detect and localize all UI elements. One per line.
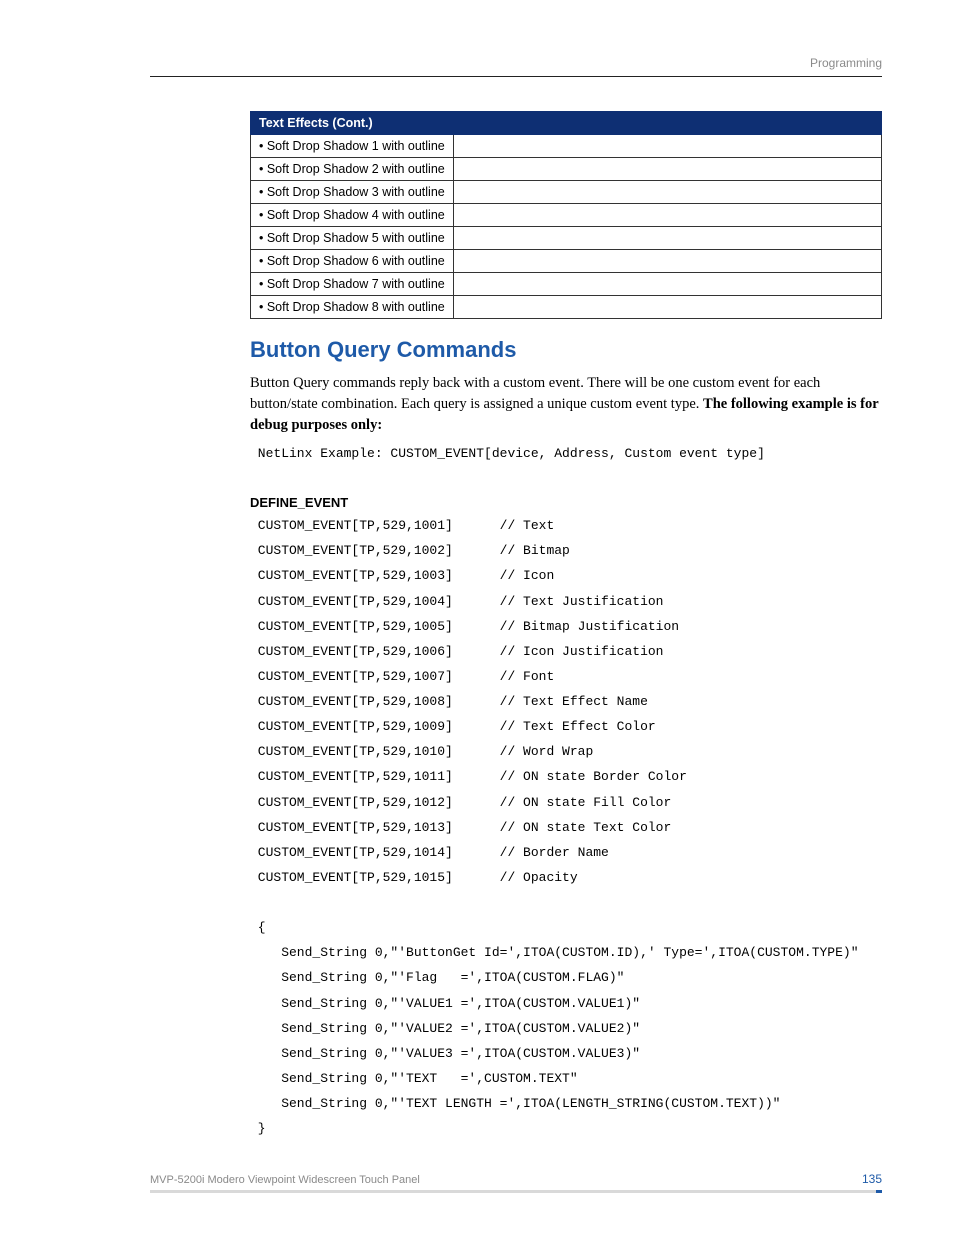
event-line: CUSTOM_EVENT[TP,529,1001] // Text: [250, 514, 882, 537]
table-row: • Soft Drop Shadow 4 with outline: [251, 204, 882, 227]
cell: [453, 227, 881, 250]
event-line: CUSTOM_EVENT[TP,529,1008] // Text Effect…: [250, 690, 882, 713]
block-line: Send_String 0,"'VALUE2 =',ITOA(CUSTOM.VA…: [250, 1017, 882, 1040]
text-effects-table: Text Effects (Cont.) • Soft Drop Shadow …: [250, 111, 882, 319]
cell: [453, 135, 881, 158]
block-line: Send_String 0,"'VALUE1 =',ITOA(CUSTOM.VA…: [250, 992, 882, 1015]
intro-paragraph: Button Query commands reply back with a …: [250, 373, 882, 436]
table-row: • Soft Drop Shadow 2 with outline: [251, 158, 882, 181]
event-line: CUSTOM_EVENT[TP,529,1003] // Icon: [250, 564, 882, 587]
page-heading: Button Query Commands: [250, 337, 882, 363]
block-line: Send_String 0,"'VALUE3 =',ITOA(CUSTOM.VA…: [250, 1042, 882, 1065]
block-line: Send_String 0,"'TEXT LENGTH =',ITOA(LENG…: [250, 1092, 882, 1115]
event-line: CUSTOM_EVENT[TP,529,1005] // Bitmap Just…: [250, 615, 882, 638]
cell: [453, 273, 881, 296]
event-line: CUSTOM_EVENT[TP,529,1009] // Text Effect…: [250, 715, 882, 738]
block-line: }: [250, 1117, 882, 1140]
block-line: Send_String 0,"'TEXT =',CUSTOM.TEXT": [250, 1067, 882, 1090]
cell: • Soft Drop Shadow 3 with outline: [251, 181, 454, 204]
cell: • Soft Drop Shadow 7 with outline: [251, 273, 454, 296]
block-line: {: [250, 916, 882, 939]
cell: • Soft Drop Shadow 1 with outline: [251, 135, 454, 158]
cell: [453, 158, 881, 181]
cell: [453, 296, 881, 319]
table-row: • Soft Drop Shadow 3 with outline: [251, 181, 882, 204]
table-header: Text Effects (Cont.): [251, 112, 882, 135]
event-line: CUSTOM_EVENT[TP,529,1015] // Opacity: [250, 866, 882, 889]
cell: • Soft Drop Shadow 5 with outline: [251, 227, 454, 250]
table-row: • Soft Drop Shadow 7 with outline: [251, 273, 882, 296]
event-line: CUSTOM_EVENT[TP,529,1014] // Border Name: [250, 841, 882, 864]
cell: [453, 181, 881, 204]
event-line: CUSTOM_EVENT[TP,529,1013] // ON state Te…: [250, 816, 882, 839]
netlinx-example-line: NetLinx Example: CUSTOM_EVENT[device, Ad…: [250, 442, 882, 465]
cell: • Soft Drop Shadow 8 with outline: [251, 296, 454, 319]
cell: [453, 250, 881, 273]
footer-text: MVP-5200i Modero Viewpoint Widescreen To…: [150, 1174, 420, 1186]
block-line: Send_String 0,"'ButtonGet Id=',ITOA(CUST…: [250, 941, 882, 964]
event-line: CUSTOM_EVENT[TP,529,1012] // ON state Fi…: [250, 791, 882, 814]
table-row: • Soft Drop Shadow 1 with outline: [251, 135, 882, 158]
page-number: 135: [862, 1172, 882, 1186]
header-rule: [150, 76, 882, 77]
cell: • Soft Drop Shadow 6 with outline: [251, 250, 454, 273]
content-area: Text Effects (Cont.) • Soft Drop Shadow …: [250, 111, 882, 1140]
block-line: Send_String 0,"'Flag =',ITOA(CUSTOM.FLAG…: [250, 966, 882, 989]
footer: MVP-5200i Modero Viewpoint Widescreen To…: [150, 1172, 882, 1193]
blank-line: [250, 891, 882, 914]
event-line: CUSTOM_EVENT[TP,529,1010] // Word Wrap: [250, 740, 882, 763]
event-line: CUSTOM_EVENT[TP,529,1006] // Icon Justif…: [250, 640, 882, 663]
table-row: • Soft Drop Shadow 8 with outline: [251, 296, 882, 319]
page: Programming Text Effects (Cont.) • Soft …: [0, 0, 954, 1235]
footer-rule: [150, 1190, 882, 1193]
table-row: • Soft Drop Shadow 5 with outline: [251, 227, 882, 250]
event-line: CUSTOM_EVENT[TP,529,1004] // Text Justif…: [250, 590, 882, 613]
cell: • Soft Drop Shadow 4 with outline: [251, 204, 454, 227]
cell: • Soft Drop Shadow 2 with outline: [251, 158, 454, 181]
define-event-label: DEFINE_EVENT: [250, 495, 882, 510]
event-line: CUSTOM_EVENT[TP,529,1002] // Bitmap: [250, 539, 882, 562]
section-header: Programming: [150, 56, 882, 70]
table-row: • Soft Drop Shadow 6 with outline: [251, 250, 882, 273]
event-line: CUSTOM_EVENT[TP,529,1007] // Font: [250, 665, 882, 688]
event-line: CUSTOM_EVENT[TP,529,1011] // ON state Bo…: [250, 765, 882, 788]
cell: [453, 204, 881, 227]
